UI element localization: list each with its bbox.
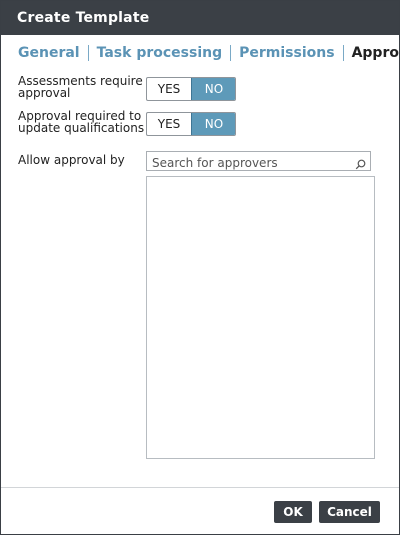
allow-approval-by-label: Allow approval by (18, 153, 125, 167)
assessments-yes-option[interactable]: YES (147, 78, 191, 100)
assessments-no-option[interactable]: NO (191, 78, 235, 100)
tab-task-processing[interactable]: Task processing (97, 45, 223, 61)
ok-button[interactable]: OK (274, 501, 312, 523)
approver-search-box (146, 151, 371, 174)
qualifications-yes-option[interactable]: YES (147, 113, 191, 135)
tab-separator (342, 45, 344, 61)
dialog-title: Create Template (17, 10, 150, 26)
tab-general[interactable]: General (18, 45, 80, 61)
approver-search-input[interactable] (147, 154, 352, 172)
cancel-button[interactable]: Cancel (319, 501, 380, 523)
qualifications-approval-toggle: YES NO (146, 112, 236, 136)
assessments-require-approval-label: Assessments require approval (18, 75, 143, 99)
approvers-list[interactable] (146, 176, 375, 459)
qualifications-no-option[interactable]: NO (191, 113, 235, 135)
search-icon[interactable] (355, 155, 366, 174)
label-line: update qualifications (18, 121, 145, 135)
tab-separator (230, 45, 232, 61)
tab-bar: General Task processing Permissions Approva… (18, 45, 399, 61)
create-template-dialog: Create Template General Task processing Pe… (0, 0, 400, 535)
tab-approval[interactable]: Approval (352, 45, 399, 61)
assessments-approval-toggle: YES NO (146, 77, 236, 101)
dialog-footer: OK Cancel (1, 487, 399, 534)
label-line: approval (18, 86, 71, 100)
tab-permissions[interactable]: Permissions (239, 45, 334, 61)
qualifications-approval-label: Approval required to update qualificatio… (18, 110, 144, 134)
dialog-titlebar[interactable]: Create Template (1, 1, 399, 35)
tab-separator (87, 45, 89, 61)
